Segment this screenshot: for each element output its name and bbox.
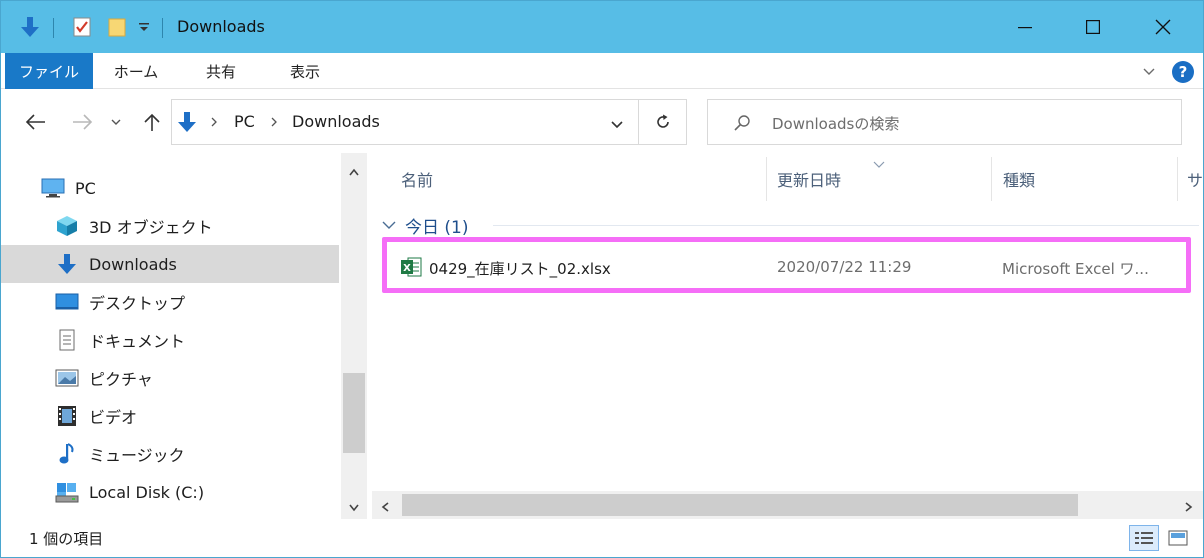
- sidebar-item-label: ピクチャ: [89, 370, 153, 389]
- downloads-icon: [53, 252, 81, 276]
- table-row[interactable]: X 0429_在庫リスト_02.xlsx 2020/07/22 11:29 Mi…: [391, 247, 1187, 287]
- sidebar-item-label: Downloads: [89, 254, 177, 274]
- ribbon-tabs: ファイル ホーム 共有 表示 ?: [1, 53, 1203, 89]
- scrollbar-thumb[interactable]: [402, 494, 1078, 516]
- recent-locations-button[interactable]: [105, 107, 127, 137]
- back-button[interactable]: [21, 107, 51, 137]
- properties-icon[interactable]: [69, 1, 95, 53]
- breadcrumb-downloads[interactable]: Downloads: [292, 112, 380, 131]
- sidebar-item-3d-objects[interactable]: 3D オブジェクト: [1, 207, 339, 245]
- sidebar-item-label: ミュージック: [89, 446, 185, 465]
- sidebar-item-label: Local Disk (C:): [89, 482, 205, 502]
- sidebar-item-music[interactable]: ミュージック: [1, 435, 339, 473]
- customize-quick-access-icon[interactable]: [134, 1, 154, 53]
- sidebar-item-label: ビデオ: [89, 408, 138, 427]
- file-modified: 2020/07/22 11:29: [777, 258, 912, 276]
- sidebar-item-label: 3D オブジェクト: [89, 218, 213, 237]
- collapse-group-icon[interactable]: [381, 216, 397, 236]
- sidebar-item-videos[interactable]: ビデオ: [1, 397, 339, 435]
- videos-icon: [53, 404, 81, 428]
- forward-button[interactable]: [67, 107, 97, 137]
- desktop-icon: [53, 290, 81, 314]
- tab-home[interactable]: ホーム: [93, 53, 179, 89]
- scroll-up-icon[interactable]: [348, 163, 360, 181]
- sidebar-item-label: デスクトップ: [89, 294, 186, 313]
- scroll-down-icon[interactable]: [348, 499, 360, 517]
- file-name[interactable]: 0429_在庫リスト_02.xlsx: [429, 258, 611, 279]
- breadcrumb-pc[interactable]: PC: [234, 112, 255, 131]
- horizontal-scrollbar[interactable]: [372, 491, 1203, 519]
- group-label: 今日 (1): [405, 218, 469, 238]
- sidebar-item-pc[interactable]: PC: [1, 169, 339, 207]
- close-button[interactable]: [1129, 1, 1197, 53]
- pc-icon: [39, 176, 67, 200]
- documents-icon: [53, 328, 81, 352]
- explorer-window: Downloads ファイル ホーム 共有 表示 ? PC Downloads …: [0, 0, 1204, 558]
- scroll-right-icon[interactable]: [1184, 499, 1194, 517]
- tab-file[interactable]: ファイル: [5, 53, 93, 89]
- downloads-icon: [176, 110, 198, 138]
- svg-text:X: X: [403, 263, 411, 274]
- expand-ribbon-icon[interactable]: [1139, 61, 1159, 81]
- search-icon: [732, 113, 752, 137]
- sort-indicator-icon: [873, 155, 885, 173]
- pictures-icon: [53, 366, 81, 390]
- sidebar-item-downloads[interactable]: Downloads: [1, 245, 339, 283]
- sidebar-item-pictures[interactable]: ピクチャ: [1, 359, 339, 397]
- breadcrumb-separator-icon[interactable]: [210, 114, 218, 132]
- sidebar-item-documents[interactable]: ドキュメント: [1, 321, 339, 359]
- address-dropdown-icon[interactable]: [610, 116, 624, 134]
- sidebar-item-label: ドキュメント: [89, 332, 186, 351]
- help-icon[interactable]: ?: [1172, 61, 1194, 83]
- address-row: PC Downloads Downloadsの検索: [1, 89, 1203, 153]
- minimize-button[interactable]: [991, 1, 1059, 53]
- search-placeholder: Downloadsの検索: [772, 115, 900, 133]
- title-bar: Downloads: [1, 1, 1203, 53]
- scroll-left-icon[interactable]: [380, 499, 390, 517]
- large-icons-view-icon[interactable]: [1163, 525, 1193, 551]
- address-bar[interactable]: PC Downloads: [171, 99, 639, 145]
- tab-share[interactable]: 共有: [179, 53, 263, 89]
- tab-view[interactable]: 表示: [263, 53, 347, 89]
- search-input[interactable]: Downloadsの検索: [707, 99, 1182, 145]
- details-view-icon[interactable]: [1129, 525, 1159, 551]
- navigation-pane: PC 3D オブジェクト Downloads デスクトップ ドキュメント ピクチ…: [1, 153, 341, 515]
- column-header-name[interactable]: 名前: [401, 167, 433, 191]
- item-count: 1 個の項目: [29, 530, 104, 548]
- status-bar: 1 個の項目: [1, 519, 1203, 557]
- column-header-size[interactable]: サ: [1187, 167, 1203, 191]
- maximize-button[interactable]: [1059, 1, 1127, 53]
- sidebar-item-label: PC: [75, 178, 96, 198]
- window-title: Downloads: [177, 17, 265, 36]
- music-icon: [53, 442, 81, 466]
- sidebar-item-local-disk[interactable]: Local Disk (C:): [1, 473, 339, 511]
- up-button[interactable]: [137, 107, 167, 137]
- 3d-objects-icon: [53, 214, 81, 238]
- file-type: Microsoft Excel ワ...: [1002, 260, 1149, 278]
- sidebar-item-desktop[interactable]: デスクトップ: [1, 283, 339, 321]
- down-arrow-icon[interactable]: [15, 1, 45, 53]
- group-header-today[interactable]: 今日 (1): [381, 213, 468, 238]
- breadcrumb-separator-icon[interactable]: [270, 114, 278, 132]
- column-header-type[interactable]: 種類: [1003, 167, 1035, 191]
- local-disk-icon: [53, 480, 81, 504]
- navigation-scrollbar[interactable]: [341, 153, 367, 519]
- file-list-pane: 名前 更新日時 種類 サ 今日 (1) X 0429_在庫リスト_02.xlsx…: [367, 153, 1203, 519]
- refresh-button[interactable]: [639, 99, 687, 145]
- scrollbar-thumb[interactable]: [343, 373, 365, 453]
- excel-file-icon: X: [399, 255, 423, 283]
- column-header-date[interactable]: 更新日時: [777, 167, 841, 191]
- new-folder-icon[interactable]: [104, 1, 130, 53]
